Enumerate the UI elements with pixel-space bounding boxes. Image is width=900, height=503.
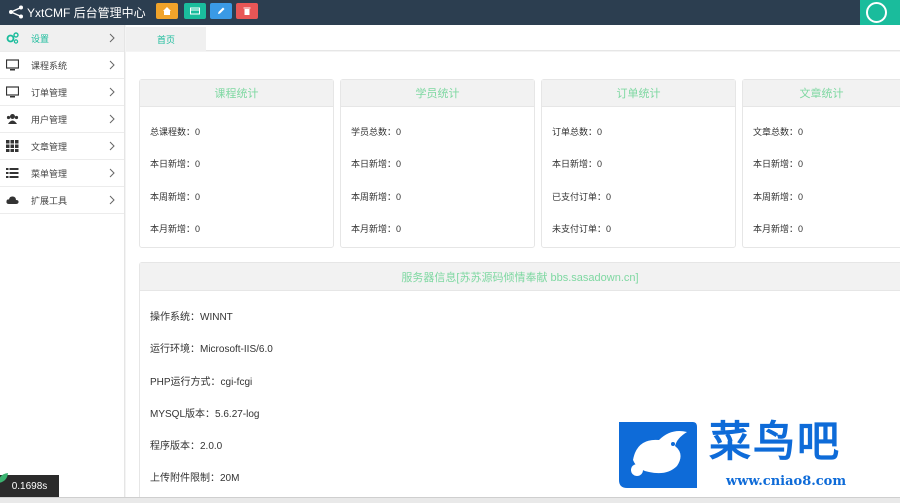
tab-strip: 首页 xyxy=(126,25,900,51)
top-bar: YxtCMF 后台管理中心 xyxy=(0,0,900,25)
grid-icon xyxy=(6,140,19,152)
stat-row: 学员总数：0 xyxy=(351,127,402,137)
brand-title: YxtCMF 后台管理中心 xyxy=(27,5,146,20)
sidebar-item-articles[interactable]: 文章管理 xyxy=(0,133,124,160)
chevron-right-icon xyxy=(109,195,115,205)
article-stats-panel: 文章统计 文章总数：0 本日新增：0 本周新增：0 本月新增：0 xyxy=(742,79,900,248)
edit-button[interactable] xyxy=(210,3,232,19)
debug-timer[interactable]: 0.1698s xyxy=(0,473,59,497)
panel-title: 订单统计 xyxy=(542,80,735,107)
monitor-icon xyxy=(6,86,19,98)
list-icon xyxy=(6,167,19,179)
sidebar-item-settings[interactable]: 设置 xyxy=(0,25,124,52)
bird-logo-icon xyxy=(619,422,697,488)
stat-row: 本日新增：0 xyxy=(351,159,402,169)
card-button[interactable] xyxy=(184,3,206,19)
info-row: PHP运行方式：cgi-fcgi xyxy=(150,377,253,388)
stat-row: 本日新增：0 xyxy=(753,159,804,169)
home-icon xyxy=(163,7,171,15)
watermark-url: www.cniao8.com xyxy=(726,474,847,489)
sidebar-item-users[interactable]: 用户管理 xyxy=(0,106,124,133)
stat-row: 本日新增：0 xyxy=(150,159,201,169)
trash-icon xyxy=(243,7,251,15)
stat-row: 未支付订单：0 xyxy=(552,224,612,234)
sidebar-item-label: 订单管理 xyxy=(31,87,68,98)
stat-row: 本月新增：0 xyxy=(351,224,402,234)
info-row: 程序版本：2.0.0 xyxy=(150,441,223,452)
sidebar-item-label: 文章管理 xyxy=(31,141,68,152)
home-button[interactable] xyxy=(156,3,178,19)
share-logo-icon xyxy=(9,5,23,19)
stat-row: 总课程数：0 xyxy=(150,127,201,137)
cloud-icon xyxy=(6,194,19,206)
brand[interactable]: YxtCMF 后台管理中心 xyxy=(8,3,146,21)
sidebar: 设置 课程系统 订单管理 用户管理 文章管理 菜单管理 扩展工具 xyxy=(0,25,125,503)
sidebar-item-extensions[interactable]: 扩展工具 xyxy=(0,187,124,214)
stat-row: 本周新增：0 xyxy=(351,192,402,202)
sidebar-item-label: 菜单管理 xyxy=(31,168,68,179)
chevron-right-icon xyxy=(109,33,115,43)
sidebar-item-orders[interactable]: 订单管理 xyxy=(0,79,124,106)
info-row: MYSQL版本：5.6.27-log xyxy=(150,409,260,420)
delete-button[interactable] xyxy=(236,3,258,19)
info-row: 操作系统：WINNT xyxy=(150,312,233,323)
pencil-icon xyxy=(218,7,225,14)
panel-title: 文章统计 xyxy=(743,80,900,107)
users-icon xyxy=(6,113,19,125)
sidebar-item-label: 用户管理 xyxy=(31,114,68,125)
chevron-right-icon xyxy=(109,87,115,97)
browser-status-bar xyxy=(0,497,900,503)
info-row: 上传附件限制：20M xyxy=(150,473,240,484)
stat-row: 本周新增：0 xyxy=(753,192,804,202)
panel-title: 学员统计 xyxy=(341,80,534,107)
card-icon xyxy=(190,7,200,15)
monitor-icon xyxy=(6,59,19,71)
course-stats-panel: 课程统计 总课程数：0 本日新增：0 本周新增：0 本月新增：0 xyxy=(139,79,334,248)
info-row: 运行环境：Microsoft-IIS/6.0 xyxy=(150,344,273,355)
stat-row: 本周新增：0 xyxy=(150,192,201,202)
user-menu[interactable] xyxy=(860,0,900,25)
sidebar-item-label: 课程系统 xyxy=(31,60,68,71)
order-stats-panel: 订单统计 订单总数：0 本日新增：0 已支付订单：0 未支付订单：0 xyxy=(541,79,736,248)
stat-row: 订单总数：0 xyxy=(552,127,603,137)
chevron-right-icon xyxy=(109,141,115,151)
user-avatar-icon xyxy=(866,2,887,23)
sidebar-item-course-system[interactable]: 课程系统 xyxy=(0,52,124,79)
sidebar-item-label: 设置 xyxy=(31,33,50,44)
sidebar-item-label: 扩展工具 xyxy=(31,195,68,206)
chevron-right-icon xyxy=(109,60,115,70)
student-stats-panel: 学员统计 学员总数：0 本日新增：0 本周新增：0 本月新增：0 xyxy=(340,79,535,248)
stat-row: 本月新增：0 xyxy=(753,224,804,234)
debug-time: 0.1698s xyxy=(11,480,48,492)
leaf-icon xyxy=(0,473,8,483)
tab-home[interactable]: 首页 xyxy=(126,27,206,51)
chevron-right-icon xyxy=(109,114,115,124)
stat-row: 已支付订单：0 xyxy=(552,192,612,202)
gears-icon xyxy=(6,32,19,44)
stat-row: 本日新增：0 xyxy=(552,159,603,169)
stat-row: 文章总数：0 xyxy=(753,127,804,137)
panel-title: 服务器信息[苏苏源码倾情奉献 bbs.sasadown.cn] xyxy=(140,263,900,291)
panel-title: 课程统计 xyxy=(140,80,333,107)
watermark-logo: 菜鸟吧 www.cniao8.com xyxy=(613,418,900,495)
stat-row: 本月新增：0 xyxy=(150,224,201,234)
watermark-title: 菜鸟吧 xyxy=(709,417,842,466)
sidebar-item-menus[interactable]: 菜单管理 xyxy=(0,160,124,187)
chevron-right-icon xyxy=(109,168,115,178)
